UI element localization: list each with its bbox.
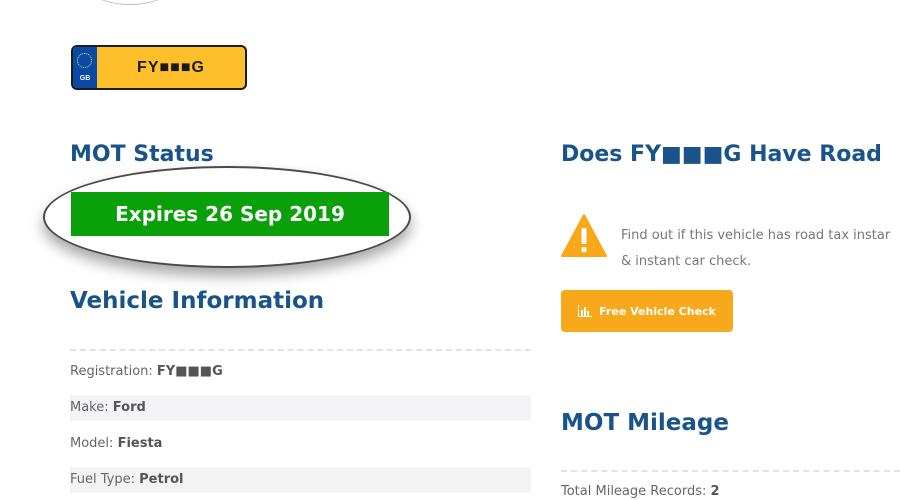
mileage-records-label: Total Mileage Records: <box>561 484 707 499</box>
plate-eu-band: GB <box>73 47 97 88</box>
free-vehicle-check-label: Free Vehicle Check <box>599 304 716 318</box>
mot-mileage-heading: MOT Mileage <box>561 410 729 436</box>
decorative-arc <box>85 0 175 5</box>
mot-expiry-badge: Expires 26 Sep 2019 <box>71 192 389 236</box>
section-divider <box>561 470 900 472</box>
road-tax-heading: Does FY■■■G Have Road <box>561 142 882 167</box>
page: GB FY■■■G MOT Status Expires 26 Sep 2019… <box>0 0 900 500</box>
mot-status-heading: MOT Status <box>70 142 214 167</box>
info-row-model: Model: Fiesta <box>70 431 531 457</box>
plate-country-code: GB <box>79 75 91 82</box>
info-row-fuel-type: Fuel Type: Petrol <box>70 467 531 493</box>
bar-chart-icon <box>578 305 593 317</box>
number-plate: GB FY■■■G <box>71 45 247 90</box>
info-label: Fuel Type: <box>70 472 135 487</box>
info-label: Registration: <box>70 364 153 379</box>
mileage-records-value: 2 <box>710 484 720 499</box>
info-value: FY■■■G <box>156 364 223 379</box>
info-value: Ford <box>112 400 146 415</box>
info-value: Petrol <box>139 472 184 487</box>
eu-stars-icon <box>77 53 92 68</box>
vehicle-information-heading: Vehicle Information <box>70 288 325 314</box>
mileage-records-row: Total Mileage Records: 2 <box>561 484 720 499</box>
info-value: Fiesta <box>117 436 163 451</box>
info-label: Model: <box>70 436 114 451</box>
warning-triangle-icon <box>561 214 607 257</box>
road-tax-description: Find out if this vehicle has road tax in… <box>621 228 891 243</box>
info-row-registration: Registration: FY■■■G <box>70 359 531 385</box>
plate-registration: FY■■■G <box>137 59 205 76</box>
free-vehicle-check-button[interactable]: Free Vehicle Check <box>561 290 733 332</box>
info-row-make: Make: Ford <box>70 395 531 421</box>
info-label: Make: <box>70 400 109 415</box>
road-tax-description-cont: & instant car check. <box>621 254 752 269</box>
section-divider <box>70 349 531 351</box>
